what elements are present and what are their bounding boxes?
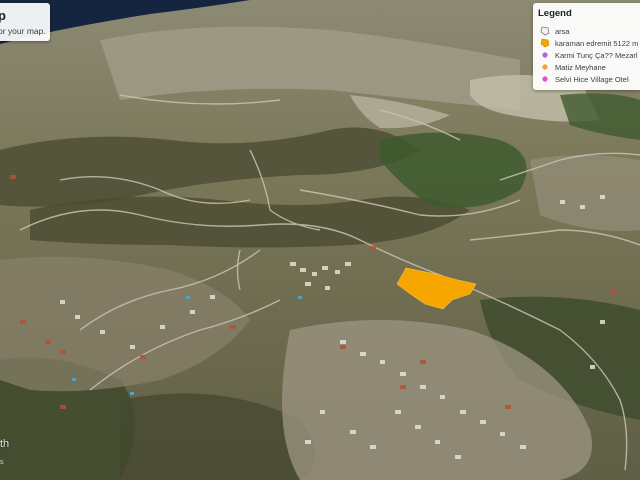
legend-item-hotel[interactable]: Selvi Hice Village Otel — [540, 73, 640, 85]
legend-item-cemetery[interactable]: Karmi Tunç Ça?? Mezarl — [540, 49, 640, 61]
purple-pin-icon — [541, 51, 549, 59]
map-subtitle: or your map. — [0, 26, 46, 36]
map-title: p — [0, 8, 6, 23]
legend-item-label: Selvi Hice Village Otel — [555, 74, 629, 84]
legend-heading: Legend — [538, 8, 572, 19]
watermark-sub: s — [0, 459, 4, 466]
legend-item-label: Matiz Meyhane — [555, 62, 606, 72]
legend-item-label: karaman edremit 5122 m — [555, 38, 639, 48]
map-title-card[interactable]: p or your map. — [0, 3, 50, 41]
polygon-outline-icon — [540, 26, 550, 36]
orange-polygon-icon — [540, 38, 550, 48]
legend-item-label: arsa — [555, 26, 570, 36]
legend-item-meyhane[interactable]: Matiz Meyhane — [540, 61, 640, 73]
legend-item-arsa[interactable]: arsa — [540, 25, 640, 37]
legend-item-label: Karmi Tunç Ça?? Mezarl — [555, 50, 638, 60]
watermark: th — [0, 438, 10, 450]
legend-item-parcel[interactable]: karaman edremit 5122 m — [540, 37, 640, 49]
orange-pin-icon — [541, 63, 549, 71]
pink-pin-icon — [541, 75, 549, 83]
legend-panel[interactable]: Legend arsa karaman edremit 5122 m Karmi… — [533, 3, 640, 90]
